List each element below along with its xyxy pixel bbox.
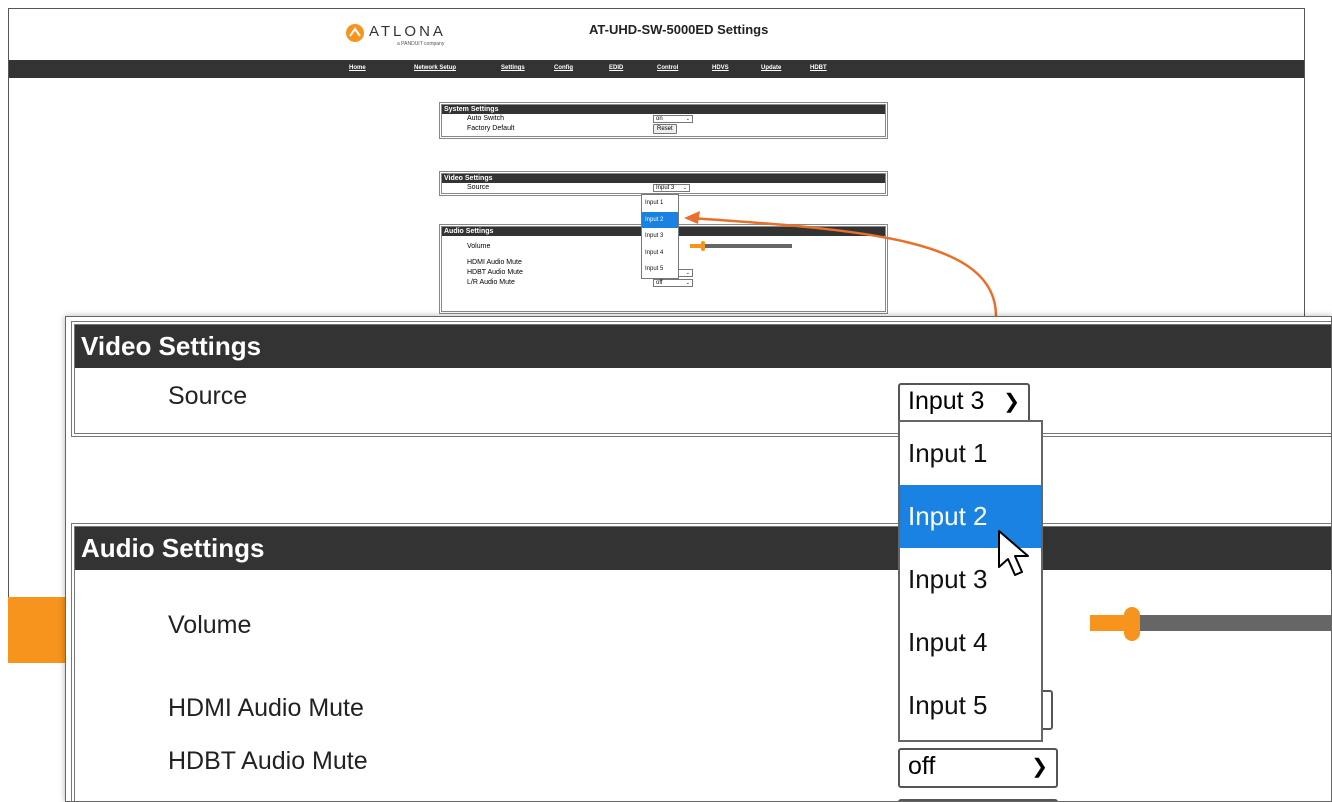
auto-switch-value: on xyxy=(656,116,663,122)
atlona-logo: ATLONA a PANDUIT company xyxy=(345,21,475,51)
factory-default-row: Factory Default Reset xyxy=(442,124,885,136)
volume-label-small: Volume xyxy=(467,243,491,250)
hdbt-mute-value: off xyxy=(908,752,936,780)
zoom-inset: Video Settings Source Input 3 ❯ Audio Se… xyxy=(65,316,1332,802)
chevron-down-icon: ⌄ xyxy=(685,280,690,286)
auto-switch-row: Auto Switch on ⌄ xyxy=(442,114,885,124)
chevron-down-icon: ❯ xyxy=(1003,391,1020,413)
volume-slider-knob-small[interactable] xyxy=(701,241,705,251)
hdbt-mute-label-small: HDBT Audio Mute xyxy=(467,269,523,276)
source-select[interactable]: Input 3 ❯ xyxy=(898,383,1030,423)
volume-slider-knob[interactable] xyxy=(1124,607,1140,641)
chevron-down-icon: ⌄ xyxy=(685,270,690,276)
mouse-pointer-icon xyxy=(998,530,1029,576)
source-option-small[interactable]: Input 3 xyxy=(642,228,678,245)
source-select-small[interactable]: Input 3 ⌄ xyxy=(653,184,690,192)
hdbt-mute-select[interactable]: off ❯ xyxy=(898,748,1058,788)
volume-label: Volume xyxy=(168,611,252,639)
lr-mute-label-small: L/R Audio Mute xyxy=(467,279,515,286)
factory-default-label: Factory Default xyxy=(467,125,515,132)
nav-config[interactable]: Config xyxy=(554,65,573,71)
source-row-small: Source Input 3 ⌄ xyxy=(442,183,885,193)
video-settings-panel: Video Settings Source Input 3 ❯ xyxy=(71,321,1331,437)
page-header: ATLONA a PANDUIT company AT-UHD-SW-5000E… xyxy=(9,9,1304,59)
lr-mute-row-small: L/R Audio Mute off ⌄ xyxy=(442,278,885,288)
logo-wordmark: ATLONA xyxy=(369,23,446,40)
video-settings-panel-small: Video Settings Source Input 3 ⌄ xyxy=(439,171,888,196)
lr-mute-value-small: off xyxy=(656,280,663,286)
source-label: Source xyxy=(168,382,248,410)
nav-home[interactable]: Home xyxy=(349,65,366,71)
nav-control[interactable]: Control xyxy=(657,65,678,71)
audio-settings-panel: Audio Settings Volume HDMI Audio Mute HD… xyxy=(71,523,1331,801)
logo-subtitle: a PANDUIT company xyxy=(397,41,445,47)
source-option-small[interactable]: Input 1 xyxy=(642,195,678,212)
volume-slider-track-small[interactable] xyxy=(704,244,792,248)
hdbt-mute-label: HDBT Audio Mute xyxy=(168,747,368,775)
system-settings-title: System Settings xyxy=(442,105,885,114)
hdmi-mute-label: HDMI Audio Mute xyxy=(168,694,364,722)
source-dropdown-small: Input 1 Input 2 Input 3 Input 4 Input 5 xyxy=(641,194,679,279)
source-option-small[interactable]: Input 5 xyxy=(642,261,678,278)
source-option-small[interactable]: Input 2 xyxy=(642,211,678,228)
auto-switch-select[interactable]: on ⌄ xyxy=(653,115,693,123)
chevron-down-icon: ⌄ xyxy=(685,116,690,122)
page-title: AT-UHD-SW-5000ED Settings xyxy=(589,22,769,37)
nav-edid[interactable]: EDID xyxy=(609,65,623,71)
orange-accent-block xyxy=(8,597,72,663)
source-option-small[interactable]: Input 4 xyxy=(642,245,678,262)
source-option[interactable]: Input 4 xyxy=(900,611,1041,674)
auto-switch-label: Auto Switch xyxy=(467,115,504,122)
system-settings-panel: System Settings Auto Switch on ⌄ Factory… xyxy=(439,102,888,139)
video-settings-title: Video Settings xyxy=(75,325,1331,368)
nav-network-setup[interactable]: Network Setup xyxy=(414,65,456,71)
nav-hdvs[interactable]: HDVS xyxy=(712,65,729,71)
lr-mute-select-small[interactable]: off ⌄ xyxy=(653,279,693,287)
source-option[interactable]: Input 5 xyxy=(900,674,1041,737)
atlona-logo-icon xyxy=(346,24,364,42)
video-settings-title-small: Video Settings xyxy=(442,174,885,183)
audio-settings-title: Audio Settings xyxy=(75,527,1331,570)
reset-button[interactable]: Reset xyxy=(653,124,677,134)
volume-slider-track[interactable] xyxy=(1138,615,1331,631)
source-option[interactable]: Input 1 xyxy=(900,422,1041,485)
nav-bar: Home Network Setup Settings Config EDID … xyxy=(9,60,1304,78)
source-value-small: Input 3 xyxy=(656,185,675,191)
chevron-down-icon: ❯ xyxy=(1031,756,1048,778)
source-label-small: Source xyxy=(467,184,490,191)
chevron-down-icon: ⌄ xyxy=(682,185,687,191)
nav-settings[interactable]: Settings xyxy=(501,65,525,71)
nav-update[interactable]: Update xyxy=(761,65,781,71)
nav-hdbt[interactable]: HDBT xyxy=(810,65,827,71)
hdmi-mute-label-small: HDMI Audio Mute xyxy=(467,259,522,266)
source-value: Input 3 xyxy=(908,387,985,415)
